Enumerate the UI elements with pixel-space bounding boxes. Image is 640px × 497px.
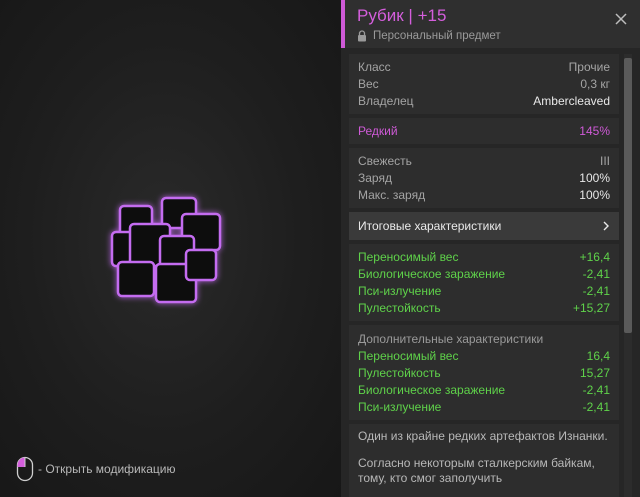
chevron-right-icon [603, 221, 609, 231]
info-label: Вес [358, 77, 379, 91]
condition-label: Заряд [358, 171, 392, 185]
item-description: Один из крайне редких артефактов Изнанки… [349, 424, 619, 497]
item-subtitle: Персональный предмет [357, 30, 501, 42]
stat-row: Пулестойкость +15,27 [358, 300, 610, 317]
rarity-value: 145% [579, 124, 610, 138]
stat-label: Переносимый вес [358, 349, 459, 363]
stat-label: Пулестойкость [358, 366, 441, 380]
info-block: Класс Прочие Вес 0,3 кг Владелец Ambercleav… [349, 54, 619, 114]
stat-row: Пси-излучение -2,41 [358, 399, 610, 416]
stat-label: Биологическое заражение [358, 267, 506, 281]
stat-value: 15,27 [579, 366, 610, 380]
condition-value: III [599, 154, 610, 168]
description-paragraph: Согласно некоторым сталкерским байкам, т… [358, 456, 595, 485]
info-label: Владелец [358, 94, 414, 108]
stat-label: Пулестойкость [358, 301, 441, 315]
tooltip-content[interactable]: Класс Прочие Вес 0,3 кг Владелец Ambercleav… [349, 54, 619, 497]
rarity-row: Редкий 145% [358, 123, 610, 140]
info-row-class: Класс Прочие [358, 59, 610, 76]
info-row-weight: Вес 0,3 кг [358, 76, 610, 93]
stat-value: -2,41 [582, 383, 610, 397]
stat-row: Биологическое заражение -2,41 [358, 266, 610, 283]
condition-row-charge: Заряд 100% [358, 170, 610, 187]
info-row-owner: Владелец Ambercleaved [358, 93, 610, 110]
stat-row: Переносимый вес +16,4 [358, 249, 610, 266]
stat-value: -2,41 [582, 267, 610, 281]
description-paragraph: Один из крайне редких артефактов Изнанки… [358, 429, 608, 443]
item-header: Рубик | +15 Персональный предмет [345, 0, 640, 48]
condition-label: Свежесть [358, 154, 412, 168]
stat-label: Биологическое заражение [358, 383, 506, 397]
item-title: Рубик | +15 [357, 6, 447, 25]
stat-label: Пси-излучение [358, 400, 442, 414]
stat-value: -2,41 [582, 284, 610, 298]
condition-row-freshness: Свежесть III [358, 153, 610, 170]
condition-label: Макс. заряд [358, 188, 426, 202]
rubik-artifact-image [110, 196, 222, 304]
close-icon[interactable] [614, 12, 628, 26]
info-value: Ambercleaved [533, 94, 610, 108]
condition-block: Свежесть III Заряд 100% Макс. заряд 100% [349, 148, 619, 208]
total-stats-block: Переносимый вес +16,4 Биологическое зараж… [349, 244, 619, 321]
condition-value: 100% [579, 188, 610, 202]
stat-row: Пси-излучение -2,41 [358, 283, 610, 300]
stat-label: Пси-излучение [358, 284, 442, 298]
info-value: 0,3 кг [580, 77, 610, 91]
info-label: Класс [358, 60, 391, 74]
stat-value: +16,4 [579, 250, 610, 264]
info-value: Прочие [568, 60, 610, 74]
rarity-label: Редкий [358, 124, 398, 138]
condition-value: 100% [579, 171, 610, 185]
stat-row: Переносимый вес 16,4 [358, 348, 610, 365]
open-modification-hint: - Открыть модификацию [16, 456, 176, 482]
total-stats-label: Итоговые характеристики [358, 219, 502, 233]
personal-item-label: Персональный предмет [373, 30, 501, 42]
open-modification-label: - Открыть модификацию [38, 462, 176, 476]
scrollbar-thumb[interactable] [624, 58, 632, 333]
stat-row: Биологическое заражение -2,41 [358, 382, 610, 399]
mouse-left-click-icon [16, 456, 34, 482]
extra-stats-block: Дополнительные характеристики Переносимы… [349, 325, 619, 420]
extra-stats-heading: Дополнительные характеристики [358, 332, 544, 346]
total-stats-toggle[interactable]: Итоговые характеристики [349, 212, 619, 240]
stat-value: 16,4 [586, 349, 610, 363]
stat-label: Переносимый вес [358, 250, 459, 264]
item-preview-area: - Открыть модификацию [0, 0, 341, 497]
condition-row-max-charge: Макс. заряд 100% [358, 187, 610, 204]
stat-row: Пулестойкость 15,27 [358, 365, 610, 382]
lock-icon [358, 30, 366, 42]
item-tooltip-panel: Рубик | +15 Персональный предмет Класс Пр… [341, 0, 640, 497]
stat-value: +15,27 [572, 301, 610, 315]
stat-value: -2,41 [582, 400, 610, 414]
rarity-block: Редкий 145% [349, 118, 619, 144]
